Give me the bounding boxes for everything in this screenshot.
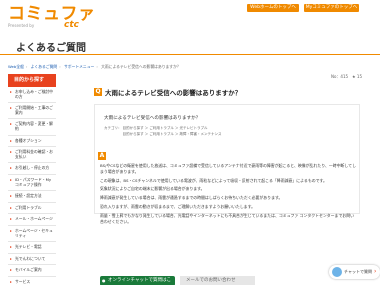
sidebar-item[interactable]: 各種オプション [8, 136, 56, 148]
sidebar-item[interactable]: サービス [8, 277, 56, 285]
question-badge: Q [94, 88, 102, 96]
ctc-logo: ctc [64, 20, 79, 30]
chat-bubble-icon [332, 267, 342, 277]
sidebar-item[interactable]: 光でんわについて [8, 254, 56, 266]
page-title: よくあるご質問 [16, 43, 86, 54]
answer-text: BS/やCSなどの衛星を使用した放送は、コミュファ設備で受信しているアンテナ付近… [100, 163, 356, 227]
sidebar-title: 目的から探す [8, 74, 56, 87]
sidebar-item[interactable]: お申し込み・ご検討中の方 [8, 87, 56, 104]
my-commufa-button[interactable]: Myコミュファのトップへ [304, 4, 359, 12]
sidebar-item[interactable]: メール・ホームページ [8, 214, 56, 226]
site-header: コミュファ Presented by ctc Webホームのトップへ Myコミュ… [0, 0, 380, 30]
question-meta: No：415 ★ 15 [330, 74, 362, 79]
answer-paragraph: 恐れ入りますが、雨雲の動きが収まるまで、ご理解いただきますようお願いいたします。 [100, 203, 255, 209]
category-tags: カテゴリ： 目的から探す ＞ ご利用トラブル ＞ 光テレビトラブル 目的から探す… [104, 125, 352, 137]
logo-subtext: Presented by [8, 23, 35, 28]
floating-chat-button[interactable]: チャットで質問 › [329, 265, 380, 279]
sidebar-item[interactable]: 接続・設定方法 [8, 191, 56, 203]
sidebar-item[interactable]: ご利用料金の確認・お支払い [8, 147, 56, 164]
sidebar-item[interactable]: ID・パスワード・Myコミュファ操作 [8, 175, 56, 192]
answer-section: A BS/やCSなどの衛星を使用した放送は、コミュファ設備で受信しているアンテナ… [92, 150, 362, 270]
sidebar-item[interactable]: ご利用トラブル [8, 203, 56, 215]
category-tag[interactable]: 目的から探す ＞ ご利用トラブル ＞ 故障・障害・メンテナンス [104, 131, 352, 137]
sidebar-item[interactable]: ご利用開始・工事のご案内 [8, 103, 56, 120]
sidebar-item[interactable]: ホームページ・セキュリティ [8, 226, 56, 243]
mail-inquiry-button[interactable]: メールでのお問い合わせ [180, 276, 255, 285]
faq-main: No：415 ★ 15 Q 大雨によるテレビ受信への影響はありますか？ 大雨によ… [92, 74, 362, 285]
sidebar-item[interactable]: お引越し・停止の方 [8, 163, 56, 175]
sidebar-item[interactable]: 光テレビ・電話 [8, 242, 56, 254]
answer-paragraph: 雨量・雪上昇でもかなり発生している場合、光電話やインターネットにも不具合が生じて… [100, 212, 355, 224]
sidebar-item[interactable]: ご契約内容・変更・解約 [8, 119, 56, 136]
sidebar: 目的から探す お申し込み・ご検討中の方 ご利用開始・工事のご案内 ご契約内容・変… [8, 74, 56, 285]
floating-chat-label: チャットで質問 [344, 269, 372, 274]
breadcrumb-item[interactable]: よくあるご質問 [31, 64, 58, 69]
answer-badge: A [98, 152, 106, 160]
commufa-logo[interactable]: コミュファ [8, 5, 96, 23]
page-title-bar: よくあるご質問 [0, 37, 380, 55]
breadcrumb-current: 大雨によるテレビ受信への影響はありますか？ [101, 64, 181, 69]
breadcrumb-item[interactable]: Web全般 [8, 64, 24, 69]
answer-paragraph: この現象は、BS・CSチャンネルで使用している電波が、雨粒などによって吸収・反射… [100, 177, 327, 183]
answer-paragraph: BS/やCSなどの衛星を使用した放送は、コミュファ設備で受信しているアンテナ付近… [100, 163, 356, 174]
question-title: 大雨によるテレビ受信への影響はありますか？ [105, 89, 242, 97]
sidebar-item[interactable]: モバイルご案内 [8, 265, 56, 277]
answer-paragraph: 降雨減衰が発生している場合は、雨雲が通過するまでの時間はしばらくお待ちいただく必… [100, 195, 283, 201]
web-home-button[interactable]: Webホームのトップへ [247, 4, 299, 12]
chevron-right-icon: › [374, 268, 377, 275]
online-chat-button[interactable]: オンラインチャットで質問はこちらをクリック [100, 276, 175, 285]
breadcrumb-item[interactable]: サポートメニュー [64, 64, 94, 69]
question-text: 大雨によるテレビ受信への影響はありますか？ [104, 116, 201, 121]
answer-paragraph: 気象状況によりご自宅の端末に影響が出る場合があります。 [100, 186, 205, 192]
breadcrumb: Web全般 › よくあるご質問 › サポートメニュー › 大雨によるテレビ受信への影響… [8, 64, 181, 69]
